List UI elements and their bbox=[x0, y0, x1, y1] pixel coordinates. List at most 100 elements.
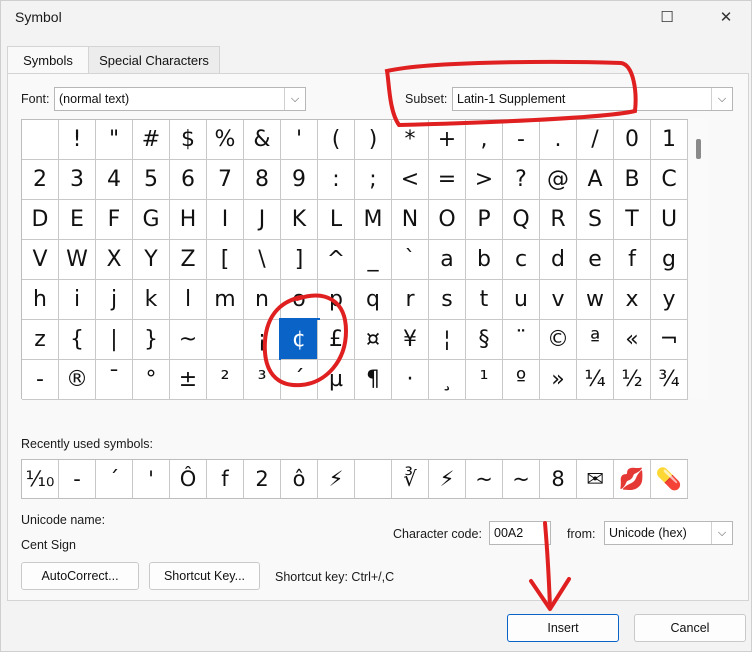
symbol-cell[interactable]: ¾ bbox=[651, 360, 688, 400]
symbol-cell[interactable]: K bbox=[281, 200, 318, 240]
symbol-cell[interactable]: g bbox=[651, 240, 688, 280]
symbol-cell[interactable]: ¦ bbox=[429, 320, 466, 360]
symbol-cell[interactable]: º bbox=[503, 360, 540, 400]
symbol-cell[interactable]: B bbox=[614, 160, 651, 200]
symbol-cell[interactable]: ¸ bbox=[429, 360, 466, 400]
symbol-cell[interactable]: ! bbox=[59, 120, 96, 160]
symbol-cell[interactable]: ¥ bbox=[392, 320, 429, 360]
symbol-cell[interactable]: ' bbox=[281, 120, 318, 160]
recent-symbol-cell[interactable]: - bbox=[59, 460, 96, 498]
symbol-cell[interactable]: $ bbox=[170, 120, 207, 160]
symbol-cell[interactable]: X bbox=[96, 240, 133, 280]
symbol-cell[interactable]: ; bbox=[355, 160, 392, 200]
symbol-cell[interactable]: 0 bbox=[614, 120, 651, 160]
symbol-cell[interactable]: M bbox=[355, 200, 392, 240]
symbol-cell[interactable]: b bbox=[466, 240, 503, 280]
recent-symbol-cell[interactable]: 2 bbox=[244, 460, 281, 498]
symbol-cell[interactable]: C bbox=[651, 160, 688, 200]
chevron-down-icon[interactable]: ⌵ bbox=[711, 88, 732, 110]
symbol-cell[interactable]: ª bbox=[577, 320, 614, 360]
symbol-cell[interactable]: d bbox=[540, 240, 577, 280]
symbol-cell[interactable]: 4 bbox=[96, 160, 133, 200]
symbol-cell[interactable]: L bbox=[318, 200, 355, 240]
symbol-cell[interactable]: \ bbox=[244, 240, 281, 280]
symbol-cell[interactable]: J bbox=[244, 200, 281, 240]
symbol-cell[interactable]: Z bbox=[170, 240, 207, 280]
symbol-grid-scrollbar[interactable] bbox=[690, 119, 708, 399]
symbol-cell[interactable]: o bbox=[281, 280, 318, 320]
symbol-cell[interactable]: } bbox=[133, 320, 170, 360]
symbol-cell[interactable]: n bbox=[244, 280, 281, 320]
symbol-cell[interactable]: ² bbox=[207, 360, 244, 400]
symbol-cell[interactable]: 3 bbox=[59, 160, 96, 200]
symbol-cell[interactable]: v bbox=[540, 280, 577, 320]
font-dropdown[interactable]: (normal text) ⌵ bbox=[54, 87, 306, 111]
cancel-button[interactable]: Cancel bbox=[634, 614, 746, 642]
symbol-cell[interactable]: £ bbox=[318, 320, 355, 360]
symbol-cell[interactable]: ( bbox=[318, 120, 355, 160]
recent-symbol-cell[interactable]: ⚡ bbox=[429, 460, 466, 498]
symbol-cell[interactable]: @ bbox=[540, 160, 577, 200]
symbol-cell[interactable]: y bbox=[651, 280, 688, 320]
symbol-cell[interactable]: S bbox=[577, 200, 614, 240]
symbol-cell[interactable]: § bbox=[466, 320, 503, 360]
symbol-cell[interactable]: ^ bbox=[318, 240, 355, 280]
symbol-cell[interactable]: f bbox=[614, 240, 651, 280]
symbol-cell[interactable]: z bbox=[22, 320, 59, 360]
character-code-input[interactable]: 00A2 bbox=[489, 521, 551, 545]
symbol-cell[interactable]: A bbox=[577, 160, 614, 200]
symbol-cell[interactable]: : bbox=[318, 160, 355, 200]
recent-symbol-cell[interactable]: ~ bbox=[503, 460, 540, 498]
recent-symbol-cell[interactable]: ∛ bbox=[392, 460, 429, 498]
symbol-cell[interactable]: ± bbox=[170, 360, 207, 400]
symbol-cell[interactable]: l bbox=[170, 280, 207, 320]
symbol-cell[interactable]: ¡ bbox=[244, 320, 281, 360]
symbol-cell[interactable]: t bbox=[466, 280, 503, 320]
symbol-cell[interactable]: , bbox=[466, 120, 503, 160]
recent-symbol-cell[interactable]: ´ bbox=[96, 460, 133, 498]
symbol-cell[interactable]: ½ bbox=[614, 360, 651, 400]
symbol-cell[interactable]: * bbox=[392, 120, 429, 160]
shortcut-key-button[interactable]: Shortcut Key... bbox=[149, 562, 260, 590]
recent-symbol-cell[interactable]: ⅒ bbox=[22, 460, 59, 498]
symbol-cell[interactable]: ¼ bbox=[577, 360, 614, 400]
symbol-cell[interactable]: · bbox=[392, 360, 429, 400]
symbol-cell[interactable]: [ bbox=[207, 240, 244, 280]
symbol-cell[interactable]: ¬ bbox=[651, 320, 688, 360]
recent-symbol-cell[interactable]: ⚡ bbox=[318, 460, 355, 498]
symbol-cell[interactable]: p bbox=[318, 280, 355, 320]
symbol-cell[interactable]: - bbox=[22, 360, 59, 400]
symbol-cell[interactable]: T bbox=[614, 200, 651, 240]
chevron-down-icon[interactable]: ⌵ bbox=[711, 522, 732, 544]
symbol-cell[interactable]: 5 bbox=[133, 160, 170, 200]
symbol-cell[interactable]: c bbox=[503, 240, 540, 280]
symbol-cell[interactable]: ~ bbox=[170, 320, 207, 360]
symbol-cell[interactable]: « bbox=[614, 320, 651, 360]
symbol-cell-selected[interactable]: ¢ bbox=[279, 318, 320, 362]
symbol-cell[interactable]: + bbox=[429, 120, 466, 160]
symbol-cell[interactable]: j bbox=[96, 280, 133, 320]
symbol-cell[interactable]: W bbox=[59, 240, 96, 280]
symbol-cell[interactable]: D bbox=[22, 200, 59, 240]
symbol-cell[interactable]: ³ bbox=[244, 360, 281, 400]
symbol-cell[interactable]: ¨ bbox=[503, 320, 540, 360]
symbol-cell[interactable]: / bbox=[577, 120, 614, 160]
symbol-cell[interactable]: { bbox=[59, 320, 96, 360]
symbol-cell[interactable]: U bbox=[651, 200, 688, 240]
recent-symbol-cell[interactable]: ✉ bbox=[577, 460, 614, 498]
symbol-cell[interactable]: k bbox=[133, 280, 170, 320]
symbol-cell[interactable]: Q bbox=[503, 200, 540, 240]
symbol-cell[interactable]: ¤ bbox=[355, 320, 392, 360]
symbol-cell[interactable]: ´ bbox=[281, 360, 318, 400]
symbol-cell[interactable]: G bbox=[133, 200, 170, 240]
symbol-cell[interactable]: ¹ bbox=[466, 360, 503, 400]
insert-button[interactable]: Insert bbox=[507, 614, 619, 642]
symbol-cell[interactable]: w bbox=[577, 280, 614, 320]
symbol-cell[interactable]: & bbox=[244, 120, 281, 160]
symbol-cell[interactable]: O bbox=[429, 200, 466, 240]
symbol-cell[interactable]: I bbox=[207, 200, 244, 240]
symbol-cell[interactable]: e bbox=[577, 240, 614, 280]
symbol-cell[interactable]: » bbox=[540, 360, 577, 400]
symbol-cell[interactable]: . bbox=[540, 120, 577, 160]
symbol-cell[interactable] bbox=[22, 120, 59, 160]
